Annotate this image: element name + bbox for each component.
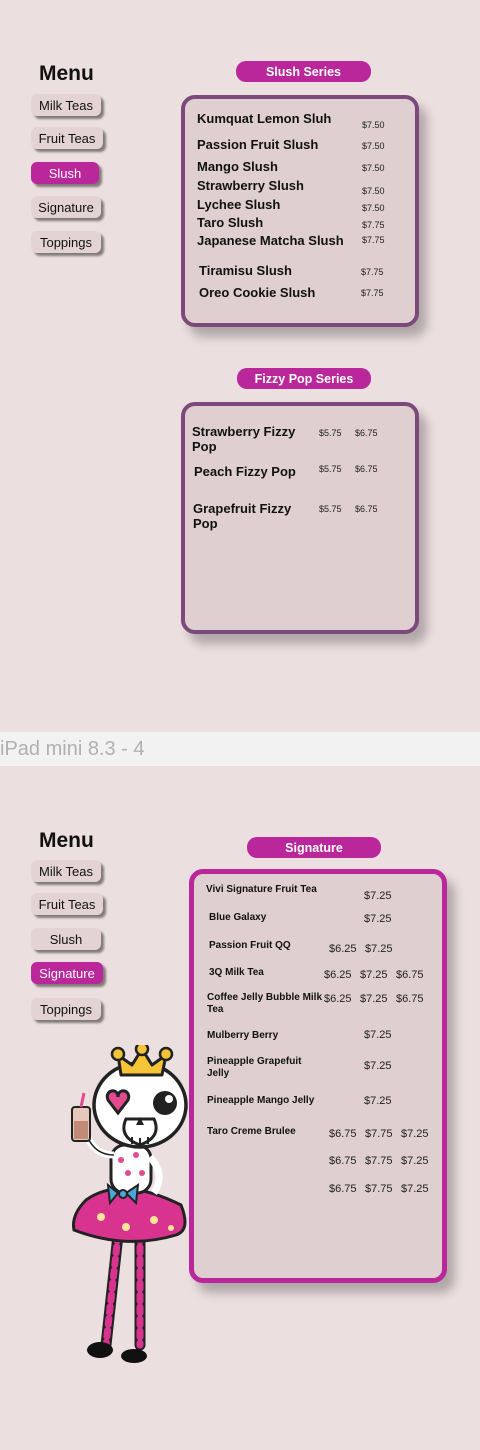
- slush-item-price: $7.75: [362, 220, 385, 230]
- signature-item-price: $6.75: [329, 1183, 357, 1195]
- slush-item-name: Tiramisu Slush: [199, 263, 292, 278]
- slush-item-name: Mango Slush: [197, 159, 278, 174]
- nav-fruit-teas[interactable]: Fruit Teas: [31, 893, 103, 915]
- frame-slush: Menu Milk Teas Fruit Teas Slush Signatur…: [0, 0, 480, 732]
- fizzy-item-price-small: $5.75: [319, 428, 342, 438]
- fizzy-item-price-large: $6.75: [355, 464, 378, 474]
- nav-label: Toppings: [39, 234, 93, 250]
- nav-label: Toppings: [39, 1001, 93, 1017]
- signature-item-name: Blue Galaxy: [209, 912, 267, 923]
- nav-milk-teas[interactable]: Milk Teas: [31, 860, 101, 882]
- fizzy-item-price-small: $5.75: [319, 464, 342, 474]
- menu-title: Menu: [39, 62, 94, 85]
- nav-fruit-teas[interactable]: Fruit Teas: [31, 127, 103, 149]
- slush-item-name: Passion Fruit Slush: [197, 137, 319, 152]
- signature-item-name: Pineapple Grapefuit Jelly: [207, 1056, 302, 1079]
- signature-item-price: $6.75: [329, 1128, 357, 1140]
- signature-item-name: 3Q Milk Tea: [209, 967, 264, 978]
- signature-item-price: $6.75: [396, 993, 424, 1005]
- nav-label: Slush: [48, 165, 82, 181]
- slush-item-name: Kumquat Lemon Sluh: [197, 111, 332, 126]
- slush-item-price: $7.50: [362, 163, 385, 173]
- signature-item-price: $6.25: [324, 969, 352, 981]
- fizzy-item-price-large: $6.75: [355, 428, 378, 438]
- signature-item-price: $7.75: [365, 1155, 393, 1167]
- nav-milk-teas[interactable]: Milk Teas: [31, 94, 101, 116]
- nav-slush[interactable]: Slush: [31, 162, 99, 184]
- signature-item-price: $7.25: [364, 1029, 392, 1041]
- signature-item-price: $6.25: [324, 993, 352, 1005]
- signature-item-price: $7.25: [365, 943, 393, 955]
- signature-item-price: $7.25: [401, 1128, 429, 1140]
- slush-item-name: Oreo Cookie Slush: [199, 285, 316, 300]
- signature-item-price: $7.25: [364, 1060, 392, 1072]
- signature-item-name: Passion Fruit QQ: [209, 940, 291, 951]
- fizzy-item-price-small: $5.75: [319, 504, 342, 514]
- frame-label: iPad mini 8.3 - 4: [0, 732, 480, 766]
- nav-label: Milk Teas: [39, 863, 93, 879]
- mascot-legs: [87, 1229, 147, 1363]
- nav-toppings[interactable]: Toppings: [31, 231, 101, 253]
- nav-label: Signature: [39, 965, 95, 981]
- slush-item-price: $7.50: [362, 186, 385, 196]
- fizzy-item-price-large: $6.75: [355, 504, 378, 514]
- signature-item-name: Coffee Jelly Bubble Milk Tea: [207, 992, 323, 1015]
- signature-item-price: $7.25: [401, 1183, 429, 1195]
- signature-item-price: $7.25: [360, 969, 388, 981]
- nav-toppings[interactable]: Toppings: [31, 998, 101, 1020]
- slush-item-price: $7.50: [362, 203, 385, 213]
- signature-item-name: Vivi Signature Fruit Tea: [206, 884, 317, 895]
- slush-item-price: $7.50: [362, 120, 385, 130]
- signature-item-price: $7.25: [360, 993, 388, 1005]
- signature-item-price: $6.75: [329, 1155, 357, 1167]
- nav-label: Fruit Teas: [38, 896, 96, 912]
- signature-item-price: $7.75: [365, 1183, 393, 1195]
- menu-title: Menu: [39, 829, 94, 852]
- slush-item-price: $7.75: [361, 288, 384, 298]
- nav-signature[interactable]: Signature: [31, 196, 101, 218]
- slush-item-name: Strawberry Slush: [197, 178, 304, 193]
- nav-signature[interactable]: Signature: [31, 962, 103, 984]
- fizzy-item-name: Peach Fizzy Pop: [194, 464, 296, 479]
- signature-item-price: $7.25: [364, 1095, 392, 1107]
- nav-label: Signature: [38, 199, 94, 215]
- slush-item-name: Lychee Slush: [197, 197, 281, 212]
- slush-item-name: Taro Slush: [197, 215, 264, 230]
- signature-item-price: $6.75: [396, 969, 424, 981]
- slush-item-price: $7.75: [362, 235, 385, 245]
- signature-item-price: $7.25: [364, 890, 392, 902]
- signature-item-name: Pineapple Mango Jelly: [207, 1095, 315, 1106]
- nav-label: Fruit Teas: [38, 130, 96, 146]
- fizzy-pop-series-title: Fizzy Pop Series: [237, 368, 371, 389]
- signature-item-price: $6.25: [329, 943, 357, 955]
- nav-label: Milk Teas: [39, 97, 93, 113]
- signature-item-price: $7.25: [401, 1155, 429, 1167]
- slush-item-price: $7.50: [362, 141, 385, 151]
- nav-label: Slush: [49, 931, 83, 947]
- signature-series-title: Signature: [247, 837, 381, 858]
- nav-slush[interactable]: Slush: [31, 928, 101, 950]
- signature-item-name: Taro Creme Brulee: [207, 1126, 296, 1137]
- signature-item-price: $7.25: [364, 913, 392, 925]
- signature-item-name: Mulberry Berry: [207, 1030, 279, 1041]
- mascot-skull-girl-illustration: [71, 1045, 188, 1363]
- fizzy-item-name: Strawberry Fizzy Pop: [192, 424, 296, 454]
- slush-series-title: Slush Series: [236, 61, 371, 82]
- slush-item-price: $7.75: [361, 267, 384, 277]
- fizzy-item-name: Grapefruit Fizzy Pop: [193, 501, 292, 531]
- slush-item-name: Japanese Matcha Slush: [197, 233, 344, 248]
- signature-item-price: $7.75: [365, 1128, 393, 1140]
